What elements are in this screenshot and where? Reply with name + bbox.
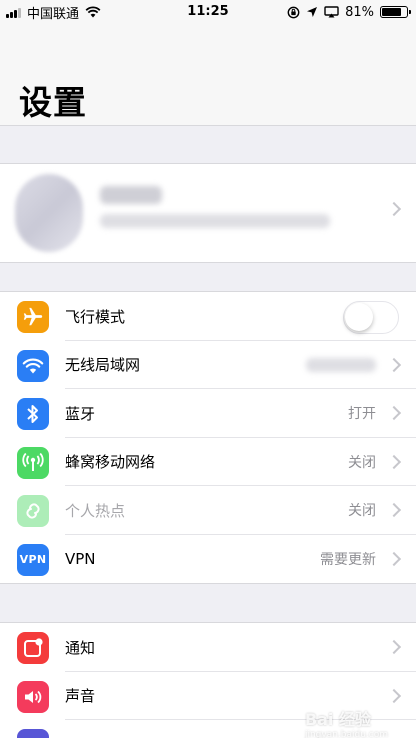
settings-row-value: 关闭 [348, 454, 376, 471]
hotspot-icon [17, 495, 49, 527]
settings-row-bluetooth[interactable]: 蓝牙 打开 [0, 389, 416, 438]
apple-id-card[interactable] [0, 163, 416, 263]
settings-row-label: 蓝牙 [65, 404, 96, 423]
airplay-icon [324, 6, 339, 18]
wifi-network-name-blurred [306, 357, 376, 372]
orientation-lock-icon [287, 6, 300, 18]
settings-row-label: 蜂窝移动网络 [65, 453, 156, 472]
settings-row-cellular[interactable]: 蜂窝移动网络 关闭 [0, 438, 416, 486]
settings-row-label: 通知 [65, 638, 96, 657]
vpn-icon-text: VPN [19, 553, 47, 566]
settings-row-wifi[interactable]: 无线局域网 [0, 341, 416, 389]
connectivity-group: 飞行模式 无线局域网 蓝牙 打开 蜂窝移动网络 关闭 个人热点 关闭 VPN V… [0, 291, 416, 584]
notifications-icon [17, 632, 49, 664]
baidu-jingyan-watermark: Bai 经验 jingyan.baidu.com [305, 706, 388, 738]
settings-row-personal-hotspot[interactable]: 个人热点 关闭 [0, 486, 416, 535]
screen-time-icon [17, 729, 49, 738]
vpn-icon: VPN [17, 543, 49, 576]
settings-row-vpn[interactable]: VPN VPN 需要更新 [0, 535, 416, 584]
toggle-knob [345, 303, 373, 331]
battery-icon [380, 6, 411, 18]
settings-row-label: 飞行模式 [65, 307, 126, 326]
chevron-right-icon [386, 688, 402, 703]
settings-row-notifications[interactable]: 通知 [0, 623, 416, 672]
battery-percent: 81% [345, 4, 374, 20]
chevron-right-icon [386, 640, 402, 655]
cellular-icon [17, 446, 49, 479]
settings-row-airplane-mode: 飞行模式 [0, 292, 416, 341]
airplane-icon [17, 301, 49, 333]
navigation-header: 设置 [0, 24, 416, 126]
status-right: 81% [287, 0, 411, 24]
wifi-icon [17, 349, 49, 382]
watermark-brand: Bai 经验 [304, 710, 371, 729]
chevron-right-icon [386, 454, 402, 469]
avatar [15, 174, 83, 252]
bluetooth-icon [17, 398, 49, 430]
chevron-right-icon [386, 503, 402, 518]
sounds-icon [17, 680, 49, 713]
chevron-right-icon [386, 406, 402, 421]
airplane-mode-toggle[interactable] [343, 301, 399, 334]
profile-subtitle-blurred [100, 214, 330, 228]
location-icon [307, 7, 318, 17]
profile-name-blurred [100, 186, 162, 204]
page-title: 设置 [19, 83, 87, 122]
watermark-url: jingyan.baidu.com [304, 730, 388, 738]
settings-row-label: VPN [65, 549, 96, 568]
settings-row-label: 声音 [65, 687, 96, 706]
settings-row-value: 打开 [348, 406, 376, 423]
settings-row-value: 关闭 [348, 503, 376, 520]
settings-row-label: 个人热点 [65, 501, 126, 520]
status-bar: 中国联通 11:25 81% [0, 0, 416, 24]
chevron-right-icon [386, 201, 402, 217]
settings-row-value: 需要更新 [320, 551, 376, 568]
notifications-group: 通知 声音 Bai 经验 jingyan.baidu.com [0, 622, 416, 738]
settings-row-label: 无线局域网 [65, 356, 141, 375]
chevron-right-icon [386, 357, 402, 372]
chevron-right-icon [386, 551, 402, 566]
